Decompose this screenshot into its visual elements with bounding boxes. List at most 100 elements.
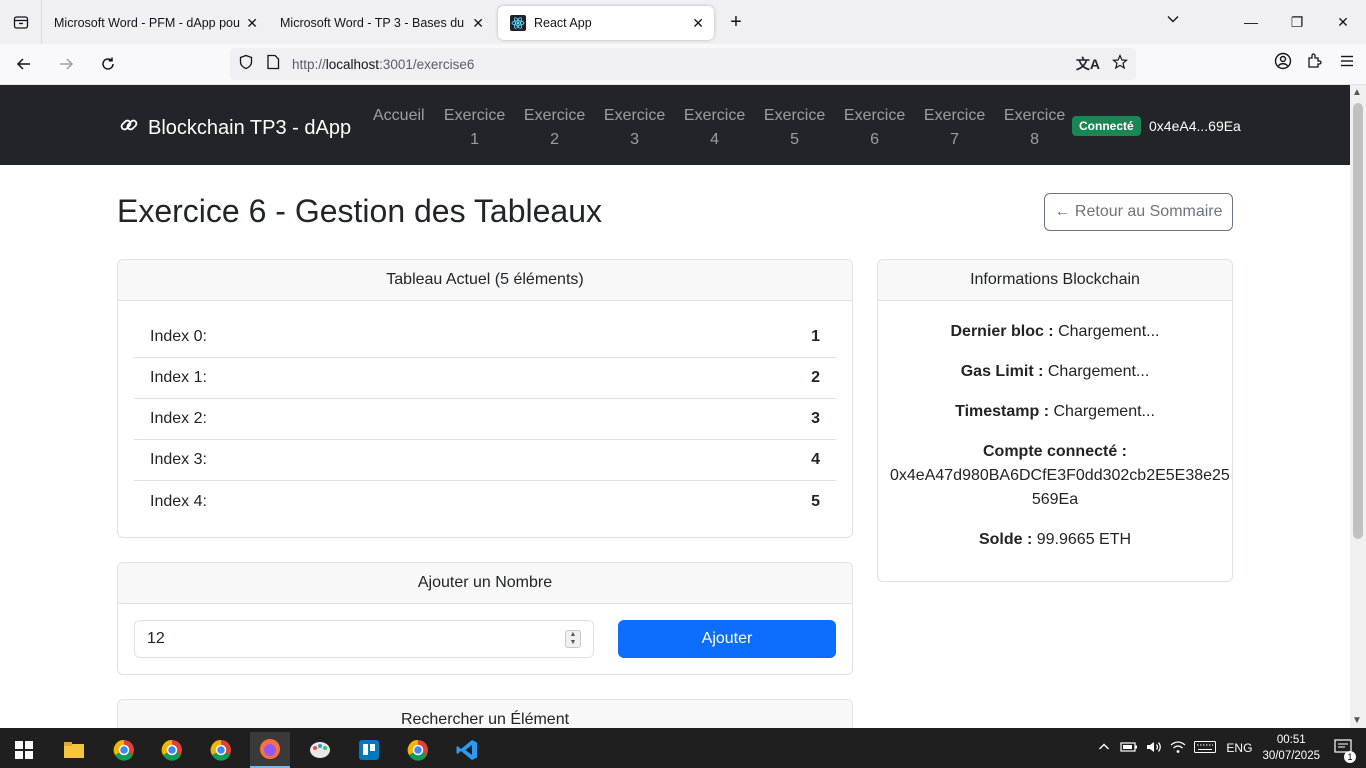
menu-icon[interactable] — [1338, 52, 1356, 75]
info-account: Compte connecté : 0x4eA47d980BA6DCfE3F0dd… — [890, 440, 1230, 512]
nav-link-number: 3 — [630, 131, 640, 148]
link-icon — [118, 114, 140, 142]
item-label: Index 3: — [150, 451, 207, 468]
account-address-short: 0x4eA4...69Ea — [1149, 118, 1241, 134]
battery-icon[interactable] — [1120, 741, 1138, 756]
app-brand[interactable]: Blockchain TP3 - dApp — [118, 114, 351, 142]
windows-start-icon[interactable] — [4, 732, 44, 768]
browser-tab-word-pfm[interactable]: Microsoft Word - PFM - dApp pour ✕ — [42, 6, 268, 40]
nav-link-exercice-5[interactable]: Exercice 5 — [755, 104, 835, 152]
browser-tab-word-tp3[interactable]: Microsoft Word - TP 3 - Bases du la ✕ — [268, 6, 494, 40]
firefox-icon[interactable] — [250, 732, 290, 768]
chrome-profile-3-icon[interactable] — [201, 732, 241, 768]
url-text[interactable]: http://localhost:3001/exercise6 — [292, 57, 474, 72]
nav-link-word: Exercice — [923, 107, 986, 124]
translate-icon[interactable]: 文A — [1076, 54, 1100, 75]
notification-icon[interactable]: 1 — [1334, 738, 1356, 763]
minimize-icon[interactable]: — — [1228, 0, 1274, 44]
item-label: Index 1: — [150, 369, 207, 386]
nav-link-number: 6 — [870, 131, 880, 148]
star-icon[interactable] — [1111, 54, 1129, 75]
nav-link-word: Exercice — [1003, 107, 1066, 124]
number-stepper[interactable]: ▲ ▼ — [565, 630, 581, 648]
vscode-icon[interactable] — [447, 732, 487, 768]
clock[interactable]: 00:51 30/07/2025 — [1262, 732, 1320, 764]
react-logo-icon — [510, 15, 526, 31]
restore-icon[interactable]: ❐ — [1274, 0, 1320, 44]
chrome-profile-2-icon[interactable] — [152, 732, 192, 768]
info-value-line1: 0x4eA47d980BA6DCfE3F0dd302cb2E5E38e25 — [890, 467, 1230, 484]
list-item: Index 0: 1 — [134, 317, 836, 358]
array-card-header: Tableau Actuel (5 éléments) — [118, 260, 852, 301]
info-last-block: Dernier bloc : Chargement... — [890, 320, 1220, 344]
item-label: Index 2: — [150, 410, 207, 427]
chrome-icon[interactable] — [104, 732, 144, 768]
nav-link-exercice-1[interactable]: Exercice 1 — [435, 104, 515, 152]
info-value-line2: 569Ea — [1031, 491, 1079, 508]
info-label: Gas Limit : — [960, 363, 1044, 380]
number-input[interactable]: 12 ▲ ▼ — [134, 620, 594, 658]
url-prefix: http:// — [292, 56, 326, 72]
wifi-icon[interactable] — [1170, 740, 1186, 757]
account-icon[interactable] — [1274, 52, 1292, 75]
info-gas-limit: Gas Limit : Chargement... — [890, 360, 1220, 384]
shield-icon[interactable] — [238, 54, 254, 75]
reload-icon[interactable] — [90, 46, 126, 82]
search-card: Rechercher un Élément — [117, 699, 853, 728]
clock-time: 00:51 — [1276, 734, 1306, 746]
nav-link-word: Exercice — [523, 107, 586, 124]
app-nav-links: Accueil Exercice 1 Exercice 2 Exercice 3 Ex… — [363, 104, 1075, 152]
item-value: 1 — [811, 328, 820, 345]
url-host: localhost — [325, 56, 380, 72]
nav-link-exercice-6[interactable]: Exercice 6 — [835, 104, 915, 152]
file-explorer-icon[interactable] — [54, 732, 94, 768]
notification-count: 1 — [1344, 750, 1356, 763]
new-tab-icon[interactable]: + — [718, 11, 754, 34]
page-icon[interactable] — [266, 54, 280, 75]
nav-link-exercice-7[interactable]: Exercice 7 — [915, 104, 995, 152]
extensions-icon[interactable] — [1306, 52, 1324, 75]
add-button[interactable]: Ajouter — [618, 620, 836, 658]
nav-link-exercice-3[interactable]: Exercice 3 — [595, 104, 675, 152]
forward-arrow-icon[interactable] — [48, 46, 84, 82]
url-bar[interactable]: http://localhost:3001/exercise6 文A — [230, 48, 1136, 80]
scroll-down-icon[interactable]: ▼ — [1352, 715, 1362, 726]
close-icon[interactable]: ✕ — [246, 15, 258, 32]
info-timestamp: Timestamp : Chargement... — [890, 400, 1220, 424]
info-balance: Solde : 99.9665 ETH — [890, 528, 1220, 552]
back-arrow-icon[interactable] — [6, 46, 42, 82]
nav-link-accueil[interactable]: Accueil — [363, 104, 435, 152]
info-list: Dernier bloc : Chargement... Gas Limit :… — [890, 320, 1230, 568]
nav-link-number: 8 — [1030, 131, 1040, 148]
scroll-thumb[interactable] — [1353, 103, 1363, 539]
list-item: Index 4: 5 — [134, 481, 836, 522]
close-icon[interactable]: ✕ — [692, 15, 704, 32]
language-indicator[interactable]: ENG — [1226, 741, 1252, 755]
info-label: Dernier bloc : — [950, 323, 1054, 340]
nav-link-word: Exercice — [683, 107, 746, 124]
chrome-profile-4-icon[interactable] — [398, 732, 438, 768]
array-card: Tableau Actuel (5 éléments) Index 0: 1 In… — [117, 259, 853, 538]
nav-link-exercice-8[interactable]: Exercice 8 — [995, 104, 1075, 152]
item-label: Index 0: — [150, 328, 207, 345]
back-to-summary-button[interactable]: ← Retour au Sommaire — [1044, 193, 1233, 231]
trello-icon[interactable] — [349, 732, 389, 768]
info-value: Chargement... — [1053, 403, 1155, 420]
nav-link-number: 5 — [790, 131, 800, 148]
item-label: Index 4: — [150, 492, 207, 510]
tab-overview-icon[interactable] — [0, 0, 42, 44]
keyboard-icon[interactable] — [1194, 740, 1217, 756]
app-navbar: Blockchain TP3 - dApp Accueil Exercice 1 … — [0, 85, 1350, 165]
paint-icon[interactable] — [300, 732, 340, 768]
page-scrollbar[interactable]: ▲ ▼ — [1350, 85, 1366, 728]
nav-link-exercice-2[interactable]: Exercice 2 — [515, 104, 595, 152]
close-window-icon[interactable]: ✕ — [1320, 0, 1366, 44]
volume-icon[interactable] — [1146, 740, 1162, 757]
browser-tab-react-app[interactable]: React App ✕ — [498, 6, 714, 40]
chevron-up-icon[interactable] — [1098, 741, 1110, 756]
nav-link-exercice-4[interactable]: Exercice 4 — [675, 104, 755, 152]
scroll-up-icon[interactable]: ▲ — [1352, 87, 1362, 98]
close-icon[interactable]: ✕ — [472, 15, 484, 32]
nav-link-word: Exercice — [843, 107, 906, 124]
chevron-down-icon[interactable] — [1166, 12, 1180, 29]
